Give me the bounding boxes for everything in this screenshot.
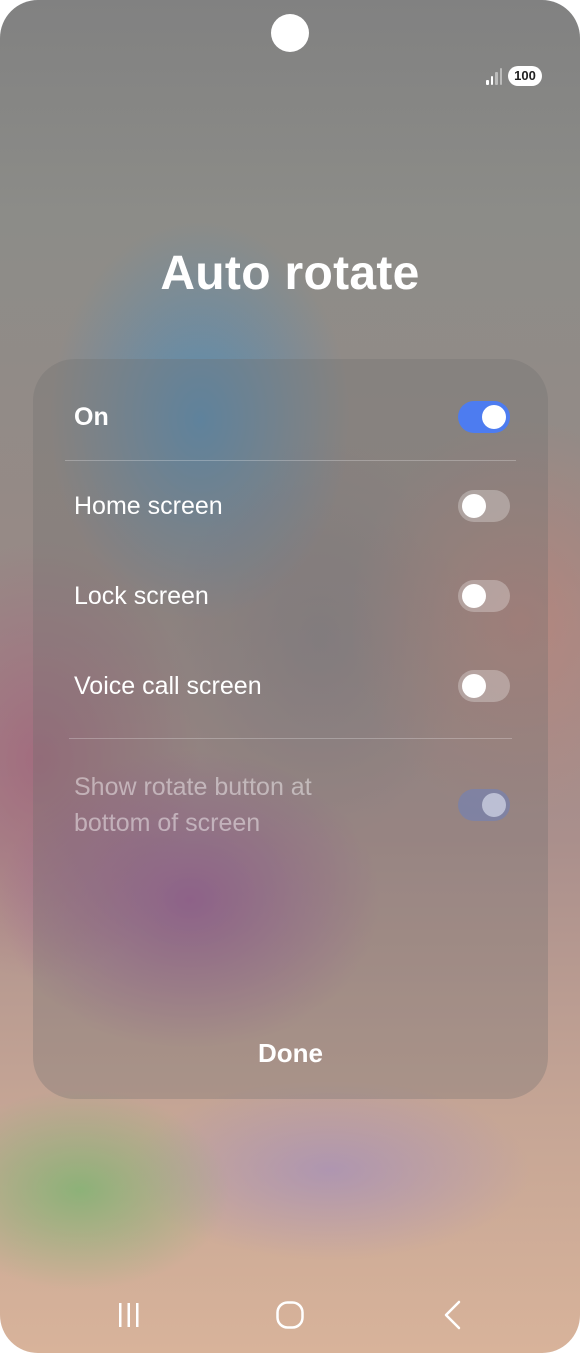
setting-label-show-rotate-button: Show rotate button at bottom of screen [74, 773, 312, 837]
signal-bars-icon [486, 67, 502, 85]
toggle-knob [462, 584, 486, 608]
toggle-knob [482, 793, 506, 817]
toggle-show-rotate-button [458, 789, 510, 821]
toggle-on[interactable] [458, 401, 510, 433]
home-icon[interactable] [265, 1290, 315, 1340]
phone-screen: 100 Auto rotate On Home screen Lock scre… [0, 0, 580, 1353]
setting-row-home-screen[interactable]: Home screen [33, 488, 548, 524]
navigation-bar [0, 1290, 580, 1340]
setting-label-home-screen: Home screen [74, 492, 223, 520]
recent-apps-icon[interactable] [104, 1290, 154, 1340]
toggle-voice-call-screen[interactable] [458, 670, 510, 702]
status-bar: 100 [486, 66, 542, 86]
setting-label-voice-call-screen: Voice call screen [74, 672, 262, 700]
toggle-knob [462, 674, 486, 698]
done-button[interactable]: Done [33, 1030, 548, 1076]
front-camera [271, 14, 309, 52]
toggle-knob [482, 405, 506, 429]
divider [69, 738, 512, 739]
back-icon[interactable] [428, 1290, 478, 1340]
setting-row-lock-screen[interactable]: Lock screen [33, 578, 548, 614]
toggle-lock-screen[interactable] [458, 580, 510, 612]
auto-rotate-panel: On Home screen Lock screen Voice call sc… [33, 359, 548, 1099]
toggle-home-screen[interactable] [458, 490, 510, 522]
page-title: Auto rotate [160, 247, 420, 300]
toggle-knob [462, 494, 486, 518]
setting-row-on[interactable]: On [33, 399, 548, 435]
setting-row-show-rotate-button: Show rotate button at bottom of screen [33, 769, 548, 841]
setting-label-lock-screen: Lock screen [74, 582, 209, 610]
setting-row-voice-call-screen[interactable]: Voice call screen [33, 668, 548, 704]
setting-label-on: On [74, 403, 109, 431]
battery-level: 100 [508, 66, 542, 86]
divider [65, 460, 516, 461]
